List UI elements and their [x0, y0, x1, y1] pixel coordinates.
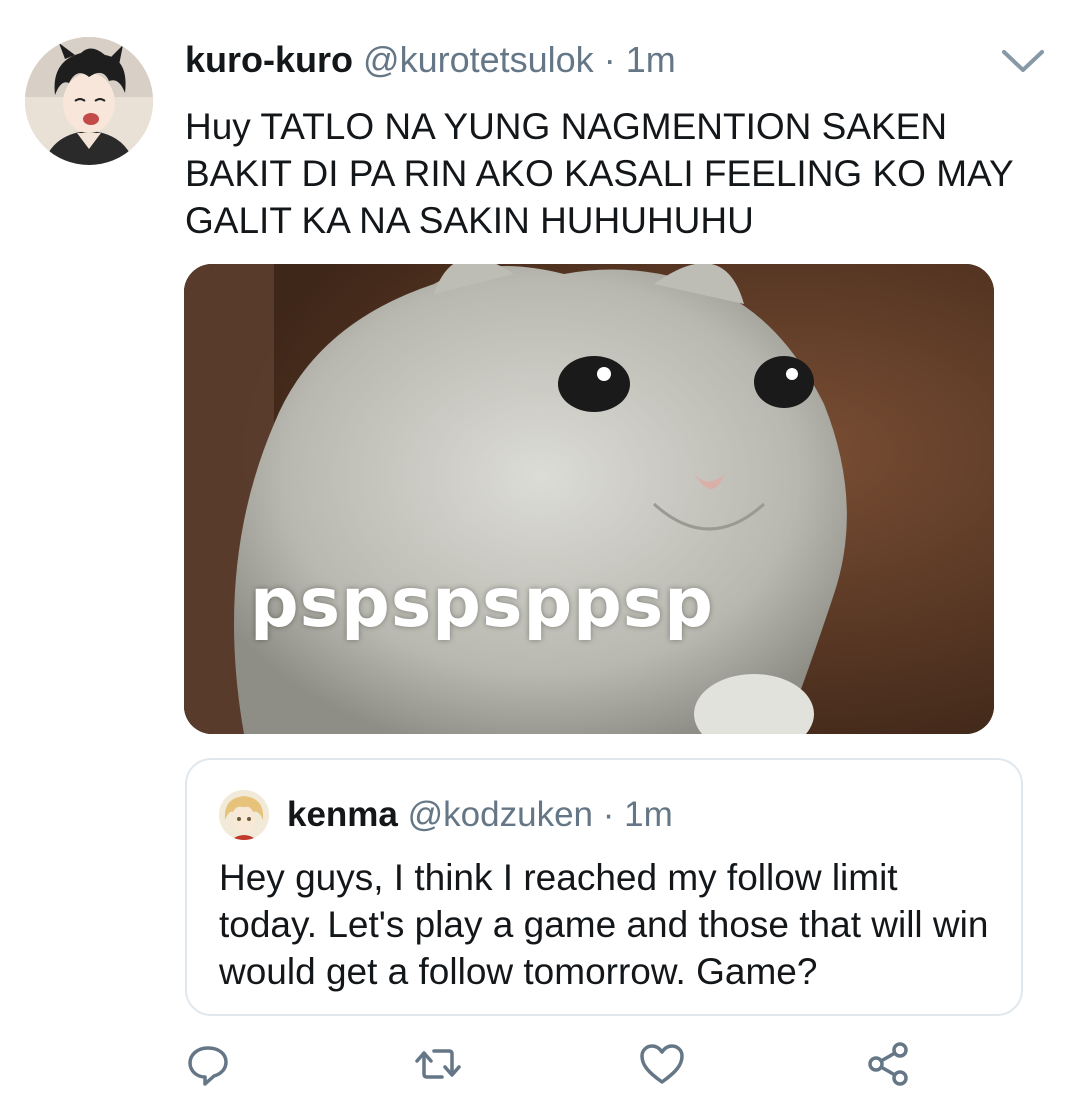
share-button[interactable] — [864, 1040, 912, 1088]
reply-icon — [188, 1046, 228, 1086]
like-icon — [640, 1044, 684, 1084]
quoted-author-name[interactable]: kenma — [287, 795, 398, 834]
separator-dot: · — [602, 795, 615, 834]
quoted-tweet-header: kenma @kodzuken · 1m — [287, 794, 673, 836]
quoted-tweet[interactable]: kenma @kodzuken · 1m Hey guys, I think I… — [185, 758, 1023, 1016]
author-name[interactable]: kuro-kuro — [185, 39, 353, 80]
quoted-author-avatar[interactable] — [219, 790, 269, 840]
chevron-down-icon — [1002, 50, 1044, 72]
share-icon — [868, 1042, 908, 1086]
author-avatar[interactable] — [25, 37, 153, 165]
like-button[interactable] — [638, 1040, 686, 1088]
media-caption: pspspsppsp — [250, 564, 714, 643]
separator-dot: · — [603, 39, 616, 80]
author-handle[interactable]: @kurotetsulok — [363, 39, 594, 80]
retweet-icon — [415, 1049, 461, 1079]
quoted-tweet-text: Hey guys, I think I reached my follow li… — [219, 857, 989, 992]
quoted-tweet-time[interactable]: 1m — [624, 795, 673, 834]
tweet-time[interactable]: 1m — [626, 39, 676, 80]
quoted-author-handle[interactable]: @kodzuken — [408, 795, 593, 834]
tweet-media-image[interactable]: pspspsppsp — [184, 264, 994, 734]
retweet-button[interactable] — [414, 1040, 462, 1088]
tweet-menu-button[interactable] — [998, 44, 1048, 80]
tweet-header: kuro-kuro @kurotetsulok · 1m — [185, 38, 676, 82]
reply-button[interactable] — [184, 1040, 232, 1088]
tweet-text: Huy TATLO NA YUNG NAGMENTION SAKEN BAKIT… — [185, 106, 1013, 241]
